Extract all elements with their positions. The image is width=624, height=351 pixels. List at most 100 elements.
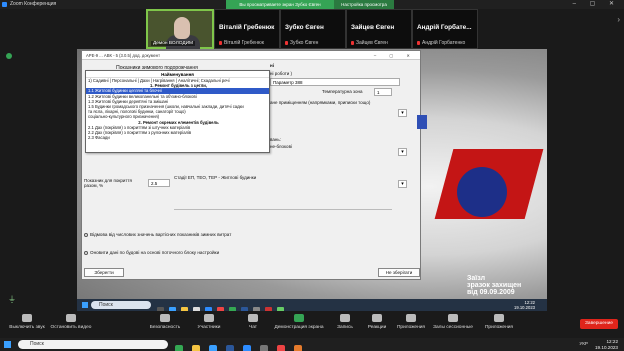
mic-icon xyxy=(22,314,32,322)
zoom-titlebar: Zoom Конференция Вы просматриваете экран… xyxy=(0,0,624,9)
param-field[interactable]: Параметр 388 xyxy=(270,78,400,86)
save-button[interactable]: Зберегти xyxy=(84,268,124,277)
participant-tile[interactable]: Андрій Горбате... Андрій Горбатенко xyxy=(412,9,478,49)
chevron-down-icon[interactable]: ▾ xyxy=(398,180,407,188)
divider xyxy=(174,209,392,210)
temp-zone-field[interactable]: 1 xyxy=(374,88,392,96)
mic-icon[interactable]: ⏚ xyxy=(8,294,16,305)
muted-mic-icon xyxy=(219,40,222,45)
option-zero-values[interactable]: Відмова від числових значень вартісних п… xyxy=(84,232,231,237)
work-type: ні роботи ) xyxy=(270,71,293,76)
participant-gallery: Демон ВОЛОДИМ Віталій Гребенюк Віталій Г… xyxy=(0,9,624,49)
list-item[interactable]: 2.3 Фасади xyxy=(86,135,269,140)
share-screen-icon xyxy=(294,314,304,322)
windows-start-icon[interactable] xyxy=(82,302,88,308)
participants-icon xyxy=(204,314,214,322)
option-refresh-data[interactable]: Оновити дані по будові на основі поточно… xyxy=(84,250,219,255)
muted-mic-icon xyxy=(417,40,420,45)
param-header: ні xyxy=(270,63,274,68)
edge-icon[interactable] xyxy=(209,345,217,351)
cancel-button[interactable]: Не зберігати xyxy=(378,268,420,277)
remote-desktop[interactable]: Заїзл зразок захищен від 09.09.2009 АРЕ-… xyxy=(77,49,547,311)
apps-icon xyxy=(406,314,416,322)
acrobat-icon[interactable] xyxy=(217,307,224,311)
zoom-taskbar-icon[interactable] xyxy=(205,307,212,311)
chevron-down-icon[interactable]: ▾ xyxy=(398,109,407,117)
end-meeting-button[interactable]: Завершение xyxy=(580,319,618,329)
category-dropdown-list[interactable]: Найменування 1) Садивні | Персональні | … xyxy=(85,70,270,153)
participant-tile[interactable]: Зубко Євген Зубко Євген xyxy=(280,9,346,49)
participant-tile-video[interactable]: Демон ВОЛОДИМ xyxy=(146,9,214,49)
zoom-taskbar-icon[interactable] xyxy=(243,345,251,351)
system-clock[interactable]: 12:22 19.10.2023 xyxy=(595,339,618,350)
participant-name: Віталій Гребенюк xyxy=(219,24,275,31)
windows-start-icon[interactable] xyxy=(4,341,11,348)
grid-icon xyxy=(494,314,504,322)
zoom-logo-icon xyxy=(2,2,7,7)
participant-tile[interactable]: Зайцев Євген Зайцев Євген xyxy=(346,9,412,49)
wallpaper-logo-blue xyxy=(457,167,507,217)
taskbar-search-box[interactable]: Поиск xyxy=(18,340,168,349)
task-view-icon[interactable] xyxy=(157,307,164,311)
chrome-icon[interactable] xyxy=(229,307,236,311)
remote-taskbar-icons xyxy=(157,301,289,311)
participant-name: Андрій Горбате... xyxy=(417,24,472,31)
share-banner: Вы просматриваете экран Зубко Євген xyxy=(226,0,334,9)
participant-label: Демон ВОЛОДИМ xyxy=(151,41,196,46)
app-orange-icon[interactable] xyxy=(294,345,302,351)
participant-name: Зубко Євген xyxy=(285,24,324,31)
muted-mic-icon xyxy=(285,40,288,45)
dialog-window-controls[interactable]: – ▢ ✕ xyxy=(374,51,416,60)
chat-icon xyxy=(248,314,258,322)
word-icon[interactable] xyxy=(226,345,234,351)
watermark-text: Заїзл зразок захищен від 09.09.2009 xyxy=(467,275,522,296)
side-panel-selection xyxy=(417,115,427,129)
reaction-icon xyxy=(372,314,382,322)
radio-icon xyxy=(84,232,88,237)
language-indicator[interactable]: УКР xyxy=(579,341,588,346)
participant-sub: Зайцев Євген xyxy=(351,40,388,46)
dialog-titlebar: АРЕ-9 ... АВК - 5 (3.0.5) дод. документ … xyxy=(82,51,420,60)
section-b-text: вань: xyxy=(270,137,281,142)
premises-text: ане приміщенням (напрямками, приписки то… xyxy=(270,100,371,105)
app-title: Zoom Конференция xyxy=(10,1,57,7)
acrobat-icon[interactable] xyxy=(277,345,285,351)
view-settings-button[interactable]: Настройка просмотра xyxy=(334,0,394,9)
app-green-icon[interactable] xyxy=(277,307,284,311)
participant-tile[interactable]: Віталій Гребенюк Віталій Гребенюк xyxy=(214,9,280,49)
remote-taskbar: Поиск 12:22 19.10.2023 xyxy=(77,299,547,311)
chevron-down-icon[interactable]: ▾ xyxy=(398,148,407,156)
camera-icon xyxy=(66,314,76,322)
remote-search-box[interactable]: Поиск xyxy=(91,301,151,309)
taskbar-app-icons xyxy=(175,340,311,351)
folder-icon[interactable] xyxy=(192,345,200,351)
participant-name: Зайцев Євген xyxy=(351,24,395,31)
folder-icon[interactable] xyxy=(181,307,188,311)
word-icon[interactable] xyxy=(241,307,248,311)
temp-zone-label: Температурна зона xyxy=(322,89,363,94)
app-icon[interactable] xyxy=(253,307,260,311)
muted-mic-icon xyxy=(351,40,354,45)
record-icon xyxy=(340,314,350,322)
edge-icon[interactable] xyxy=(169,307,176,311)
zoom-window: Zoom Конференция Вы просматриваете экран… xyxy=(0,0,624,351)
section-c-text: не-блокові xyxy=(270,144,292,149)
participant-sub: Андрій Горбатенко xyxy=(417,40,465,46)
window-controls[interactable]: – ▢ ✕ xyxy=(573,0,620,9)
stop-video-button[interactable]: Остановить видео xyxy=(44,314,98,330)
app-red-icon[interactable] xyxy=(265,307,272,311)
participant-sub: Віталій Гребенюк xyxy=(219,40,264,46)
coef-field[interactable]: 2.5 xyxy=(148,179,170,187)
zoom-toolbar: Выключить звук Остановить видео Безопасн… xyxy=(0,312,624,338)
radio-icon xyxy=(84,250,88,255)
chevron-right-icon[interactable]: › xyxy=(617,15,620,24)
chrome-icon[interactable] xyxy=(175,345,183,351)
participant-sub: Зубко Євген xyxy=(285,40,318,46)
list-header: Найменування xyxy=(86,71,269,78)
breakout-icon xyxy=(448,314,458,322)
store-icon[interactable] xyxy=(193,307,200,311)
app-icon[interactable] xyxy=(260,345,268,351)
encryption-shield-icon xyxy=(6,53,12,59)
shared-screen-area: ⏚ Заїзл зразок захищен від 09.09.2009 АР… xyxy=(0,49,624,312)
more-apps-button[interactable]: Приложения xyxy=(472,314,526,330)
